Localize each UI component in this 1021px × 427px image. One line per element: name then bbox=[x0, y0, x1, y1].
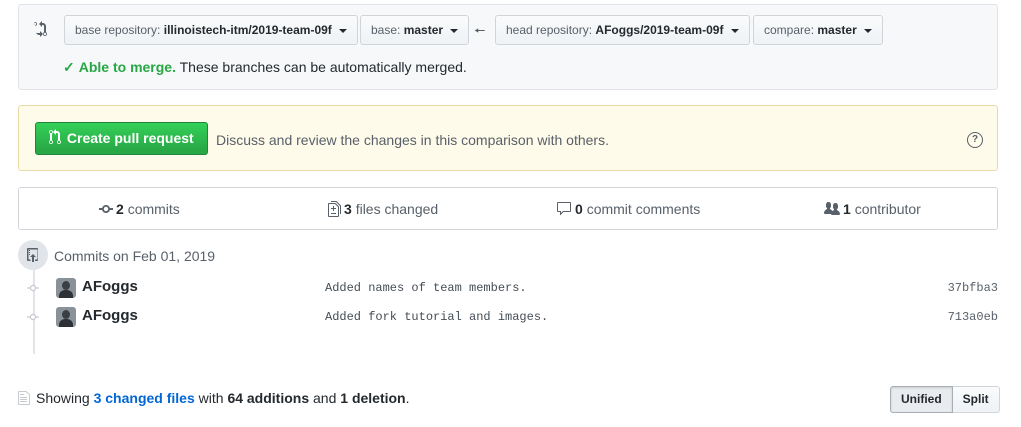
contributors-tab[interactable]: 1 contributor bbox=[824, 201, 921, 217]
deletions-count: 1 deletion bbox=[340, 390, 406, 406]
compare-branch-key: compare: bbox=[764, 23, 815, 37]
unified-view-button[interactable]: Unified bbox=[890, 386, 953, 413]
split-view-button[interactable]: Split bbox=[952, 386, 1000, 413]
commits-label: commits bbox=[127, 201, 180, 217]
chevron-down-icon bbox=[450, 28, 459, 33]
comments-count: 0 bbox=[575, 201, 583, 217]
head-repository-key: head repository: bbox=[506, 23, 593, 37]
comment-icon bbox=[557, 202, 571, 216]
diff-summary: Showing 3 changed files with 64 addition… bbox=[18, 390, 410, 406]
commit-author[interactable]: AFoggs bbox=[82, 278, 138, 295]
question-icon[interactable]: ? bbox=[967, 132, 983, 148]
diff-summary-and: and bbox=[313, 390, 337, 406]
pull-request-icon bbox=[49, 129, 61, 144]
diff-summary-prefix: Showing bbox=[36, 390, 90, 406]
check-icon: ✓ bbox=[63, 59, 75, 75]
repo-push-icon bbox=[27, 248, 38, 262]
base-branch-select[interactable]: base: master bbox=[360, 15, 470, 45]
files-count: 3 bbox=[344, 201, 352, 217]
commits-group-title: Commits on Feb 01, 2019 bbox=[54, 248, 216, 264]
arrow-left-icon: 🠔 bbox=[474, 23, 486, 38]
commit-sha[interactable]: 37bfba3 bbox=[948, 281, 998, 295]
head-repository-select[interactable]: head repository: AFoggs/2019-team-09f bbox=[495, 15, 750, 45]
base-repository-key: base repository: bbox=[75, 23, 161, 37]
create-pull-request-label: Create pull request bbox=[66, 130, 194, 146]
base-branch-key: base: bbox=[371, 23, 401, 37]
base-repository-select[interactable]: base repository: illinoistech-itm/2019-t… bbox=[64, 15, 359, 45]
commit-author[interactable]: AFoggs bbox=[82, 307, 138, 324]
commits-count: 2 bbox=[116, 201, 124, 217]
file-diff-icon bbox=[328, 201, 341, 217]
changed-files-link[interactable]: 3 changed files bbox=[94, 390, 195, 406]
compare-branch-select[interactable]: compare: master bbox=[753, 15, 884, 45]
commit-message[interactable]: Added names of team members. bbox=[325, 281, 527, 295]
commit-message[interactable]: Added fork tutorial and images. bbox=[325, 310, 548, 324]
create-pull-request-button[interactable]: Create pull request bbox=[35, 122, 208, 155]
commit-icon bbox=[99, 205, 113, 213]
merge-status-message: These branches can be automatically merg… bbox=[179, 59, 467, 75]
commit-row: AFoggs Added names of team members. 37bf… bbox=[18, 277, 998, 299]
create-pr-panel: Create pull request Discuss and review t… bbox=[18, 105, 998, 171]
commit-comments-tab[interactable]: 0 commit comments bbox=[556, 201, 700, 217]
diff-summary-with: with bbox=[198, 390, 224, 406]
merge-status: ✓ Able to merge. These branches can be au… bbox=[63, 59, 467, 76]
avatar[interactable] bbox=[56, 307, 76, 327]
diff-view-toggle: Unified Split bbox=[890, 386, 1000, 413]
commits-tab[interactable]: 2 commits bbox=[99, 201, 180, 217]
chevron-down-icon bbox=[339, 28, 348, 33]
people-icon bbox=[824, 202, 840, 215]
file-icon bbox=[18, 391, 30, 405]
commits-group-badge bbox=[18, 240, 48, 270]
commit-sha[interactable]: 713a0eb bbox=[948, 310, 998, 324]
commit-icon bbox=[27, 313, 39, 321]
commit-icon bbox=[27, 284, 39, 292]
merge-status-ok: Able to merge. bbox=[78, 59, 176, 75]
files-changed-tab[interactable]: 3 files changed bbox=[328, 201, 438, 217]
files-label: files changed bbox=[355, 201, 439, 217]
compare-branch-value: master bbox=[817, 23, 857, 37]
numbers-summary: 2 commits 3 files changed 0 commit comme… bbox=[18, 187, 998, 230]
diff-summary-period: . bbox=[405, 390, 410, 406]
avatar[interactable] bbox=[56, 278, 76, 298]
comments-label: commit comments bbox=[586, 201, 701, 217]
compare-message: Discuss and review the changes in this c… bbox=[216, 132, 609, 148]
commit-row: AFoggs Added fork tutorial and images. 7… bbox=[18, 306, 998, 328]
base-branch-value: master bbox=[403, 23, 444, 37]
additions-count: 64 additions bbox=[227, 390, 310, 406]
contributors-count: 1 bbox=[843, 201, 851, 217]
range-editor: base repository: illinoistech-itm/2019-t… bbox=[18, 4, 998, 90]
head-repository-value: AFoggs/2019-team-09f bbox=[595, 23, 724, 37]
base-repository-value: illinoistech-itm/2019-team-09f bbox=[163, 23, 332, 37]
chevron-down-icon bbox=[864, 28, 873, 33]
chevron-down-icon bbox=[730, 28, 739, 33]
compare-arrows-icon bbox=[33, 21, 47, 37]
contributors-label: contributor bbox=[854, 201, 921, 217]
